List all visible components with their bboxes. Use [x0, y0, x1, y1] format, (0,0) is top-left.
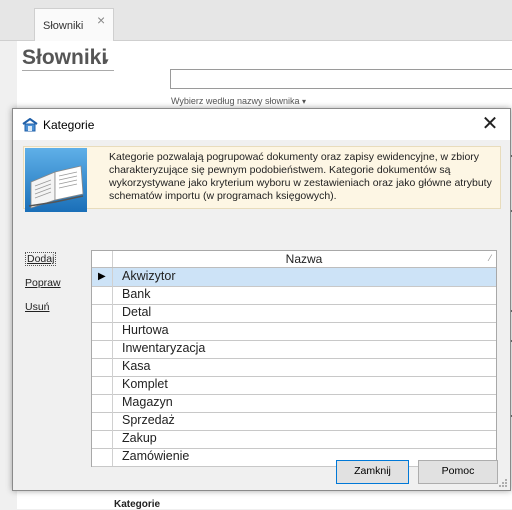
background-section-label: Kategorie	[114, 499, 161, 510]
title-dropdown-icon[interactable]: ▾	[104, 56, 109, 67]
edit-link[interactable]: Popraw	[25, 277, 61, 289]
row-selector[interactable]	[92, 358, 113, 376]
app-icon	[22, 118, 38, 132]
row-label: Detal	[122, 305, 152, 319]
table-row[interactable]: ▶ Akwizytor	[92, 268, 496, 287]
row-selector[interactable]	[92, 448, 113, 466]
info-description: Kategorie pozwalają pogrupować dokumenty…	[109, 151, 492, 202]
grid-header: Nazwa ⁄	[92, 251, 496, 268]
kategorie-dialog: Kategorie ✕ Kategorie pozwalają pogrupow…	[12, 108, 511, 491]
table-row[interactable]: Detal	[92, 304, 496, 323]
tab-label: Słowniki	[43, 20, 84, 32]
tab-close-icon[interactable]: ×	[97, 12, 105, 28]
close-button[interactable]: Zamknij	[336, 460, 409, 484]
grid-header-gutter	[92, 251, 113, 267]
close-icon[interactable]: ✕	[470, 109, 510, 140]
table-row[interactable]: Magazyn	[92, 394, 496, 413]
tab-slowniki[interactable]: Słowniki ×	[34, 8, 114, 41]
sort-icon: ⁄	[489, 253, 491, 263]
row-selector[interactable]	[92, 322, 113, 340]
row-label: Zakup	[122, 431, 157, 445]
delete-link[interactable]: Usuń	[25, 301, 50, 313]
row-selector[interactable]	[92, 340, 113, 358]
dialog-body: Kategorie pozwalają pogrupować dokumenty…	[13, 140, 510, 490]
row-selector[interactable]	[92, 286, 113, 304]
table-row[interactable]: Kasa	[92, 358, 496, 377]
resize-grip-icon[interactable]	[498, 478, 508, 488]
row-label: Bank	[122, 287, 151, 301]
row-selector[interactable]	[92, 376, 113, 394]
column-header-nazwa[interactable]: Nazwa	[112, 252, 496, 266]
table-row[interactable]: Hurtowa	[92, 322, 496, 341]
add-link[interactable]: Dodaj	[25, 252, 57, 266]
help-button[interactable]: Pomoc	[418, 460, 498, 484]
row-label: Komplet	[122, 377, 168, 391]
row-label: Magazyn	[122, 395, 173, 409]
row-label: Hurtowa	[122, 323, 169, 337]
row-selector[interactable]	[92, 304, 113, 322]
row-selector[interactable]	[92, 412, 113, 430]
categories-grid: Nazwa ⁄ ▶ Akwizytor Bank Detal Hurtowa Inwent…	[91, 250, 497, 467]
book-icon	[25, 148, 87, 212]
dictionary-search-input[interactable]	[170, 69, 512, 89]
title-underline	[22, 70, 114, 71]
row-label: Sprzedaż	[122, 413, 175, 427]
dictionary-picker-hint[interactable]: Wybierz według nazwy słownika ▾	[171, 96, 306, 106]
row-label: Kasa	[122, 359, 151, 373]
table-row[interactable]: Sprzedaż	[92, 412, 496, 431]
row-selector[interactable]	[92, 430, 113, 448]
row-label: Zamówienie	[122, 449, 190, 463]
table-row[interactable]: Inwentaryzacja	[92, 340, 496, 359]
table-row[interactable]: Zakup	[92, 430, 496, 449]
dialog-title: Kategorie	[43, 118, 95, 132]
row-label: Inwentaryzacja	[122, 341, 206, 355]
row-label: Akwizytor	[122, 269, 176, 283]
table-row[interactable]: Bank	[92, 286, 496, 305]
row-selector[interactable]: ▶	[92, 268, 113, 286]
row-selector[interactable]	[92, 394, 113, 412]
hint-label: Wybierz według nazwy słownika	[171, 96, 300, 106]
page-title[interactable]: Słowniki	[22, 46, 107, 70]
add-link-label: Dodaj	[27, 253, 55, 265]
dialog-titlebar[interactable]: Kategorie ✕	[13, 109, 510, 140]
current-row-indicator-icon: ▶	[98, 271, 106, 282]
tab-bar: Słowniki ×	[0, 0, 512, 41]
hint-dropdown-icon: ▾	[302, 97, 307, 106]
table-row[interactable]: Komplet	[92, 376, 496, 395]
